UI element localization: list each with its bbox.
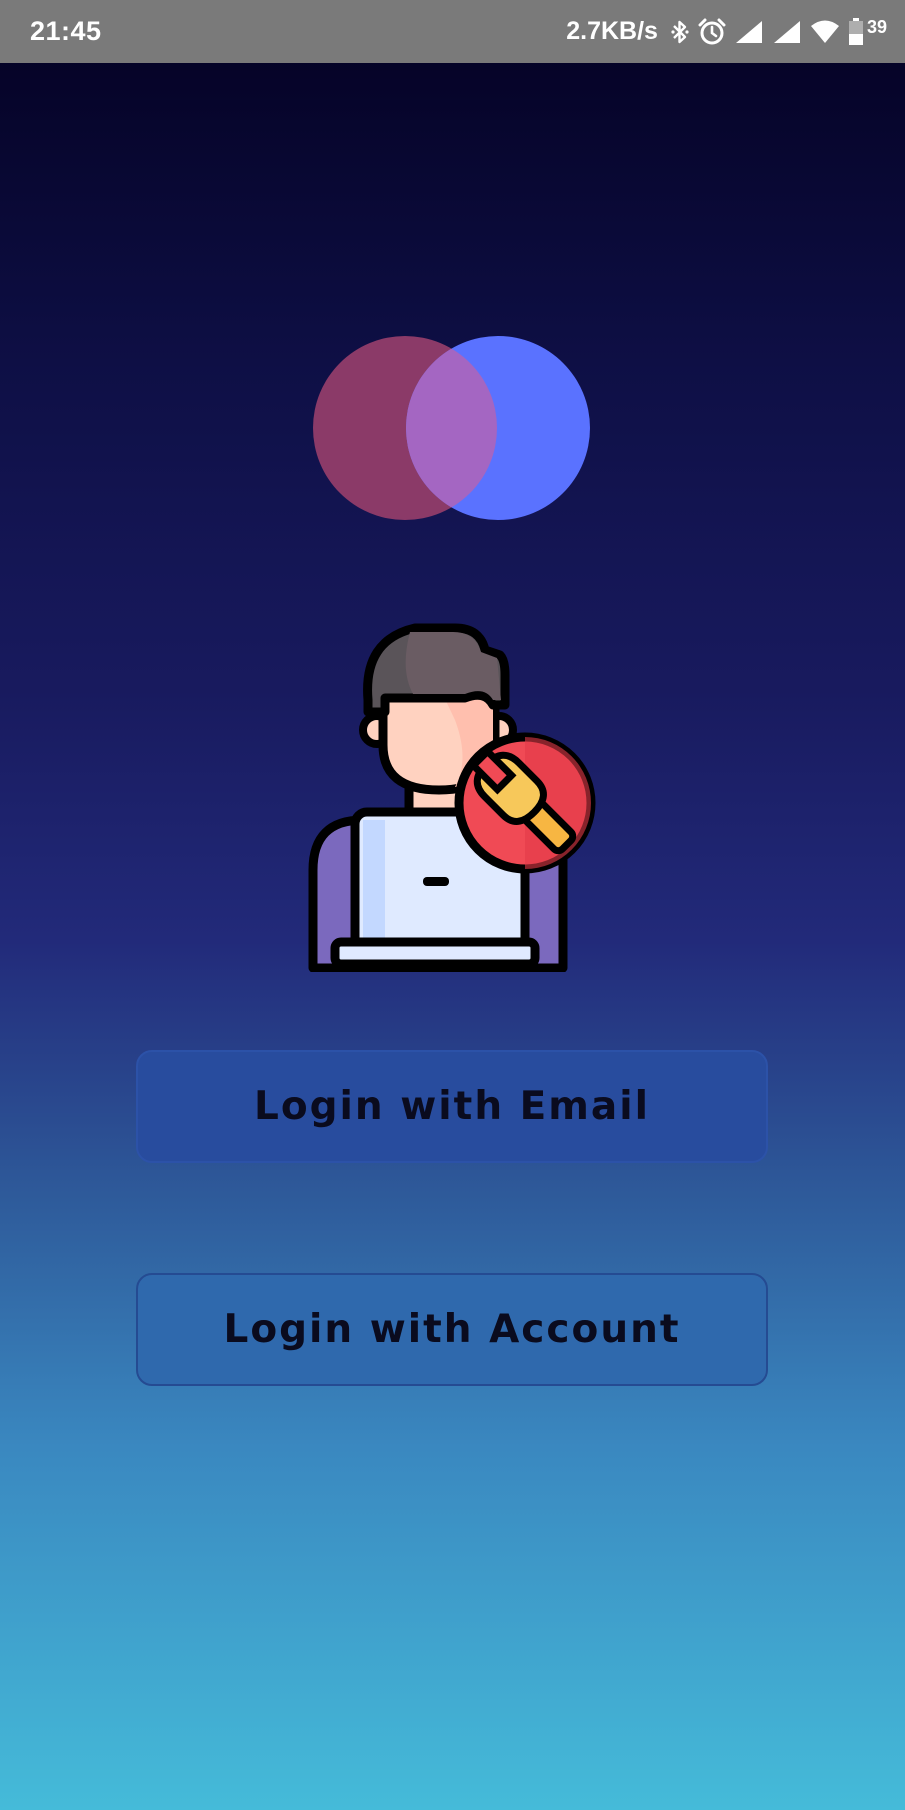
status-icons: 2.7KB/s 39 xyxy=(566,17,887,46)
wifi-icon xyxy=(810,19,840,45)
battery: 39 xyxy=(848,17,887,46)
login-with-email-button[interactable]: Login with Email xyxy=(136,1050,768,1163)
bluetooth-icon xyxy=(670,19,690,45)
signal-icon xyxy=(772,19,802,45)
battery-icon xyxy=(848,17,863,45)
alarm-icon xyxy=(698,18,726,46)
tech-support-person-with-wrench-icon xyxy=(308,623,596,972)
battery-percent: 39 xyxy=(866,17,887,37)
login-with-account-button[interactable]: Login with Account xyxy=(136,1273,768,1386)
status-bar: 21:45 2.7KB/s 39 xyxy=(0,0,905,63)
overlapping-circles-logo xyxy=(313,336,590,520)
status-time: 21:45 xyxy=(30,16,102,46)
signal-icon xyxy=(734,19,764,45)
network-speed: 2.7KB/s xyxy=(566,17,658,45)
